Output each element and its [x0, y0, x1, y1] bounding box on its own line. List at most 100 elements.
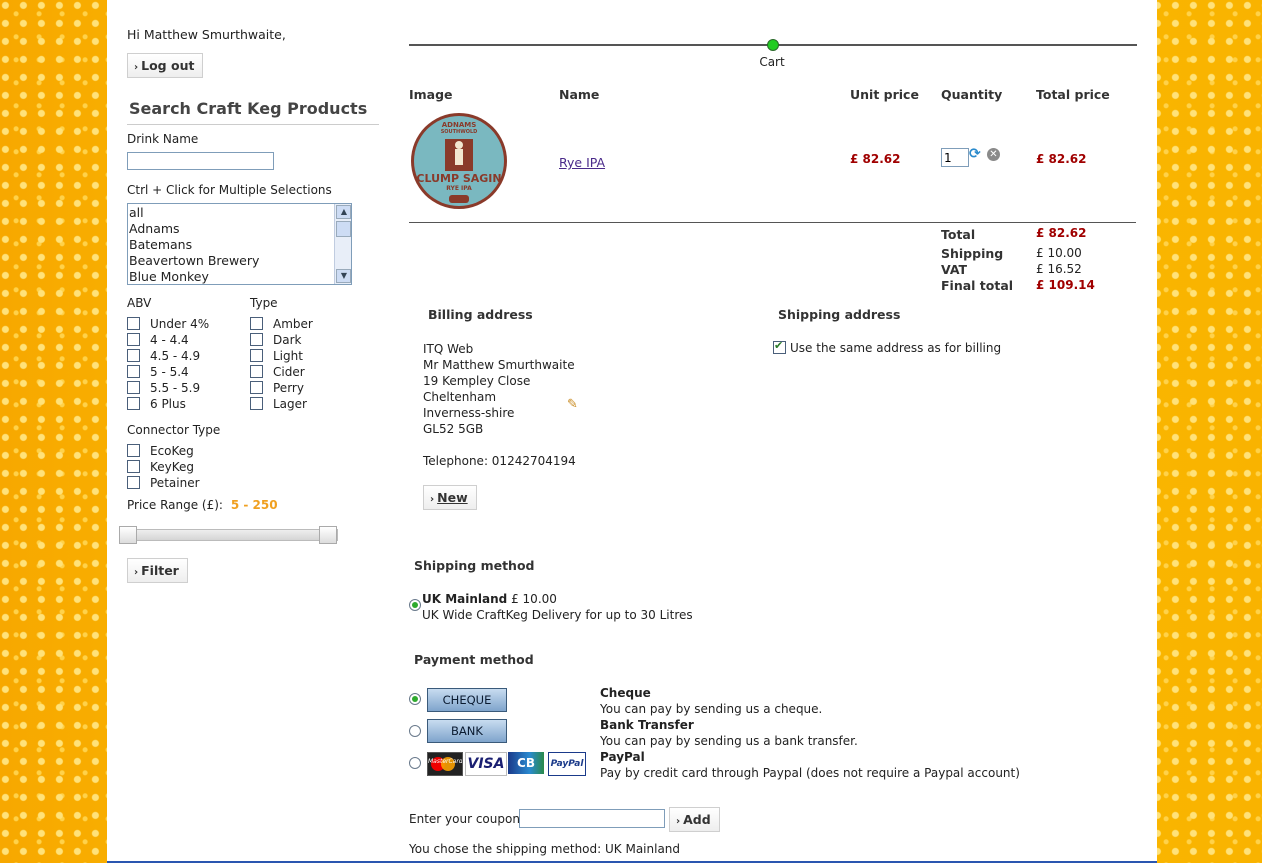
brewery-select[interactable]: all Adnams Batemans Beavertown Brewery B… — [127, 203, 352, 285]
billing-line: ITQ Web — [423, 342, 474, 356]
filter-button[interactable]: › Filter — [127, 558, 188, 583]
connector-checkbox[interactable] — [127, 476, 140, 489]
shipping-method-radio[interactable] — [409, 599, 421, 611]
type-label: Type — [250, 296, 278, 310]
payment-radio-cheque[interactable] — [409, 693, 421, 705]
new-address-button[interactable]: › New — [423, 485, 477, 510]
connector-checkbox[interactable] — [127, 460, 140, 473]
scroll-thumb[interactable] — [336, 221, 351, 237]
select-scrollbar[interactable]: ▲ ▼ — [334, 204, 351, 284]
scroll-up-icon[interactable]: ▲ — [336, 205, 351, 219]
paypal-logo-icon: PayPal — [548, 752, 586, 776]
price-slider-track[interactable] — [121, 529, 338, 541]
price-range-value: 5 - 250 — [230, 498, 278, 512]
type-checkbox[interactable] — [250, 397, 263, 410]
payment-name-bank: Bank Transfer — [600, 718, 694, 732]
col-header-image: Image — [409, 87, 453, 102]
drink-name-input[interactable] — [127, 152, 274, 170]
same-address-label: Use the same address as for billing — [790, 341, 1002, 355]
same-address-checkbox[interactable] — [773, 339, 786, 354]
payment-radio-bank[interactable] — [409, 725, 421, 737]
payment-name-paypal: PayPal — [600, 750, 645, 764]
abv-option-label: 6 Plus — [150, 397, 186, 411]
price-slider-min-handle[interactable] — [119, 526, 137, 544]
brewery-option[interactable]: Beavertown Brewery — [128, 253, 351, 269]
badge-title: CLUMP SAGIN — [416, 172, 502, 185]
vat-label: VAT — [941, 262, 968, 277]
type-option-label: Dark — [273, 333, 302, 347]
progress-step-dot-icon — [767, 39, 779, 51]
coupon-input[interactable] — [519, 809, 665, 828]
unit-price-value: £ 82.62 — [850, 152, 901, 166]
logout-label: Log out — [141, 58, 195, 73]
filter-label: Filter — [141, 563, 179, 578]
billing-line: Inverness-shire — [423, 406, 515, 420]
refresh-icon[interactable]: ⟳ — [969, 147, 983, 161]
brewery-option[interactable]: Batemans — [128, 237, 351, 253]
billing-line: Mr Matthew Smurthwaite — [423, 358, 575, 372]
payment-desc-cheque: You can pay by sending us a cheque. — [600, 702, 823, 716]
abv-checkbox[interactable] — [127, 381, 140, 394]
payment-name-cheque: Cheque — [600, 686, 651, 700]
connector-checkbox[interactable] — [127, 444, 140, 457]
col-header-unit-price: Unit price — [850, 87, 919, 102]
type-option-label: Amber — [273, 317, 313, 331]
billing-line: Cheltenham — [423, 390, 497, 404]
abv-option-label: 5 - 5.4 — [150, 365, 189, 379]
quantity-input[interactable] — [941, 148, 969, 167]
col-header-name: Name — [559, 87, 600, 102]
chevron-right-icon: › — [430, 494, 435, 505]
logout-button[interactable]: › Log out — [127, 53, 204, 78]
shipping-method-title: Shipping method — [414, 558, 535, 573]
abv-option-label: 5.5 - 5.9 — [150, 381, 201, 395]
edit-address-icon[interactable]: ✎ — [567, 398, 581, 412]
product-name-link[interactable]: Rye IPA — [559, 155, 605, 170]
connector-option-label: Petainer — [150, 476, 200, 490]
brewery-option[interactable]: Adnams — [128, 221, 351, 237]
shipping-method-option: UK Mainland £ 10.00 — [422, 592, 557, 606]
cheque-button-image[interactable]: CHEQUE — [427, 688, 507, 712]
brewery-option[interactable]: Blue Monkey — [128, 269, 351, 284]
abv-checkbox[interactable] — [127, 397, 140, 410]
type-checkbox[interactable] — [250, 349, 263, 362]
abv-checkbox[interactable] — [127, 333, 140, 346]
search-title: Search Craft Keg Products — [129, 99, 368, 118]
cart-divider — [409, 222, 1136, 223]
abv-checkbox[interactable] — [127, 349, 140, 362]
greeting-text: Hi Matthew Smurthwaite, — [127, 27, 286, 42]
price-slider-max-handle[interactable] — [319, 526, 337, 544]
remove-icon[interactable]: ✕ — [987, 148, 1000, 161]
product-image[interactable]: ADNAMS SOUTHWOLD CLUMP SAGIN RYE IPA — [409, 111, 509, 211]
abv-checkbox[interactable] — [127, 365, 140, 378]
type-option-label: Perry — [273, 381, 304, 395]
brewery-option[interactable]: all — [128, 205, 351, 221]
new-address-label: New — [437, 490, 468, 505]
type-option-label: Cider — [273, 365, 305, 379]
price-range-text: Price Range (£): — [127, 498, 223, 512]
col-header-quantity: Quantity — [941, 87, 1003, 102]
type-checkbox[interactable] — [250, 333, 263, 346]
shipping-method-price: £ 10.00 — [511, 592, 557, 606]
coupon-add-button[interactable]: › Add — [669, 807, 720, 832]
payment-desc-paypal: Pay by credit card through Paypal (does … — [600, 766, 1020, 780]
connector-option-label: KeyKeg — [150, 460, 195, 474]
abv-checkbox[interactable] — [127, 317, 140, 330]
type-checkbox[interactable] — [250, 381, 263, 394]
chevron-right-icon: › — [134, 62, 139, 73]
page-content: Hi Matthew Smurthwaite, › Log out Search … — [107, 0, 1157, 863]
type-checkbox[interactable] — [250, 365, 263, 378]
cb-logo-icon: CB — [508, 752, 544, 774]
billing-line: 19 Kempley Close — [423, 374, 531, 388]
chevron-right-icon: › — [676, 816, 681, 827]
payment-radio-paypal[interactable] — [409, 757, 421, 769]
shipping-method-description: UK Wide CraftKeg Delivery for up to 30 L… — [422, 608, 693, 622]
billing-telephone: Telephone: 01242704194 — [423, 454, 576, 468]
type-option-label: Lager — [273, 397, 307, 411]
scroll-down-icon[interactable]: ▼ — [336, 269, 351, 283]
type-option-label: Light — [273, 349, 303, 363]
connector-type-label: Connector Type — [127, 423, 221, 437]
shipping-method-name: UK Mainland — [422, 592, 508, 606]
bank-button-image[interactable]: BANK — [427, 719, 507, 743]
type-checkbox[interactable] — [250, 317, 263, 330]
coupon-label: Enter your coupon — [409, 812, 520, 826]
